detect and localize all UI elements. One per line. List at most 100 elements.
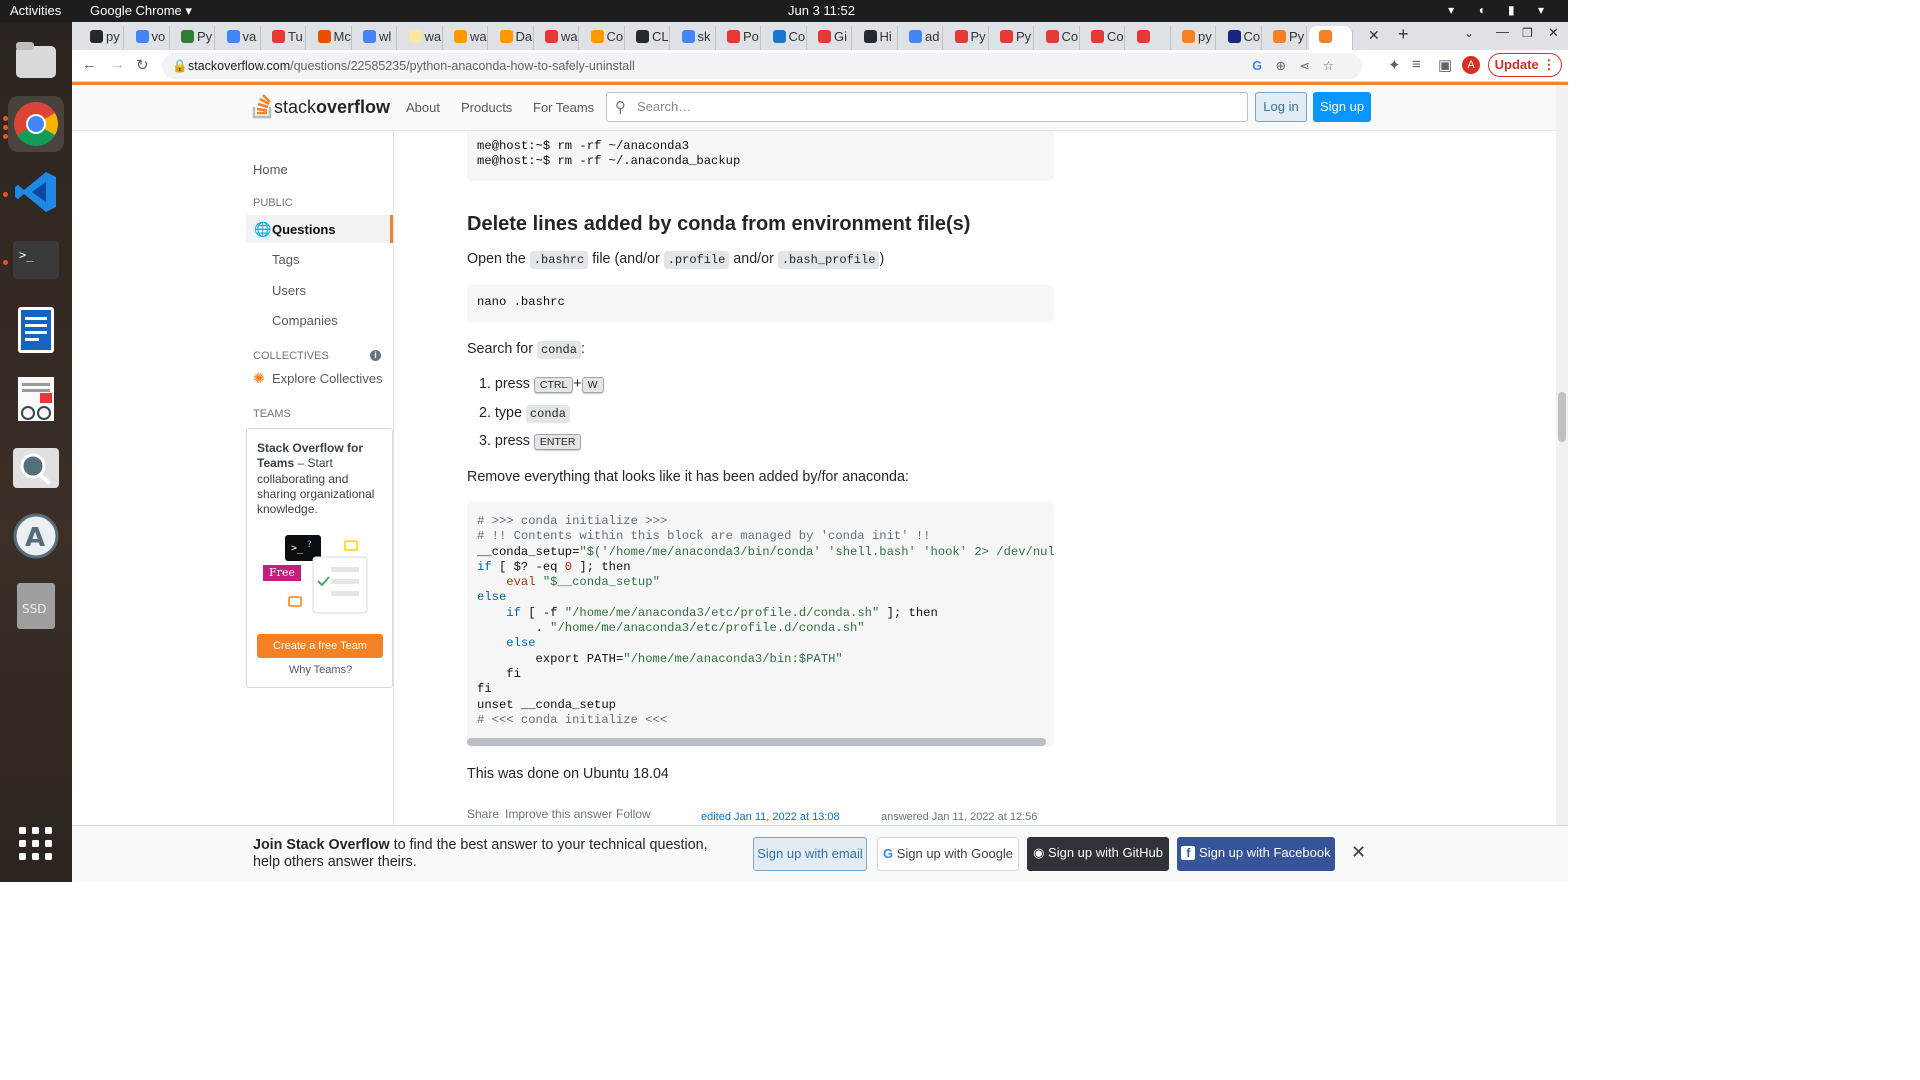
- page-scrollbar-thumb[interactable]: [1558, 392, 1566, 442]
- edited-timestamp[interactable]: edited Jan 11, 2022 at 13:08: [701, 811, 840, 823]
- document-viewer-icon[interactable]: [8, 372, 64, 428]
- share-icon[interactable]: ⋖: [1300, 53, 1310, 79]
- browser-tab[interactable]: Co: [763, 26, 807, 50]
- media-icon[interactable]: ≡: [1412, 56, 1421, 73]
- login-button[interactable]: Log in: [1255, 92, 1307, 122]
- nav-companies[interactable]: Companies: [272, 313, 338, 328]
- signup-google-button[interactable]: G Sign up with Google: [877, 837, 1019, 871]
- browser-tab[interactable]: ad: [899, 26, 943, 50]
- browser-tab[interactable]: py: [80, 26, 124, 50]
- browser-tab[interactable]: wa: [444, 26, 488, 50]
- nav-users[interactable]: Users: [272, 283, 306, 298]
- improve-answer-link[interactable]: Improve this answer: [505, 807, 612, 821]
- browser-tab[interactable]: Py: [171, 26, 215, 50]
- code-horizontal-scrollbar[interactable]: [467, 738, 1046, 746]
- browser-tab[interactable]: Py: [990, 26, 1034, 50]
- app-menu[interactable]: Google Chrome ▾: [90, 3, 192, 19]
- browser-tab[interactable]: Da: [490, 26, 534, 50]
- browser-tab[interactable]: [1308, 26, 1353, 50]
- browser-tab[interactable]: Gi: [808, 26, 852, 50]
- activities-button[interactable]: Activities: [10, 3, 61, 18]
- why-teams-link[interactable]: Why Teams?: [247, 664, 394, 676]
- browser-tab[interactable]: Co: [1036, 26, 1080, 50]
- reload-icon[interactable]: ↻: [136, 56, 149, 74]
- signup-email-button[interactable]: Sign up with email: [753, 837, 867, 871]
- browser-tab[interactable]: Py: [945, 26, 989, 50]
- back-icon[interactable]: ←: [82, 56, 97, 73]
- browser-tab[interactable]: [1127, 26, 1171, 50]
- signup-github-button[interactable]: ◉ Sign up with GitHub: [1027, 837, 1169, 871]
- bookmark-star-icon[interactable]: ☆: [1323, 53, 1334, 79]
- vscode-icon[interactable]: [8, 164, 64, 220]
- tab-label: sk: [697, 29, 711, 44]
- nav-home[interactable]: Home: [253, 162, 288, 177]
- nav-for-teams[interactable]: For Teams: [533, 100, 594, 115]
- os-top-bar: Activities Google Chrome ▾ Jun 3 11:52 ▾…: [0, 0, 1568, 22]
- info-icon[interactable]: i: [370, 350, 381, 361]
- nav-about[interactable]: About: [406, 100, 440, 115]
- new-tab-button[interactable]: +: [1398, 24, 1409, 45]
- nav-explore-collectives[interactable]: Explore Collectives: [272, 371, 383, 386]
- url-field[interactable]: 🔒 stackoverflow.com/questions/22585235/p…: [162, 53, 1362, 79]
- answer-content: me@host:~$ rm -rf ~/anaconda3 me@host:~$…: [394, 131, 1556, 825]
- browser-tab[interactable]: Co: [581, 26, 625, 50]
- browser-tab[interactable]: Hi: [854, 26, 898, 50]
- software-center-icon[interactable]: A: [8, 508, 64, 564]
- text: :: [580, 341, 585, 357]
- svg-text:>_: >_: [19, 248, 34, 262]
- clock[interactable]: Jun 3 11:52: [788, 3, 855, 18]
- nav-tags[interactable]: Tags: [272, 252, 299, 267]
- so-logo[interactable]: stackoverflow: [252, 93, 390, 119]
- files-icon[interactable]: [8, 32, 64, 88]
- url-domain: stackoverflow.com: [188, 59, 291, 73]
- page-scrollbar[interactable]: [1556, 85, 1568, 825]
- signup-facebook-button[interactable]: f Sign up with Facebook: [1177, 837, 1335, 871]
- create-team-button[interactable]: Create a free Team: [257, 634, 383, 658]
- browser-tab[interactable]: CL: [626, 26, 670, 50]
- side-panel-icon[interactable]: ▣: [1438, 56, 1452, 74]
- close-banner-icon[interactable]: ✕: [1351, 842, 1366, 863]
- show-apps-icon[interactable]: [8, 816, 64, 872]
- image-viewer-icon[interactable]: [8, 440, 64, 496]
- minimize-icon[interactable]: —: [1496, 24, 1509, 39]
- tab-favicon-icon: [954, 30, 968, 43]
- browser-tab[interactable]: Mc: [308, 26, 352, 50]
- signup-button[interactable]: Sign up: [1313, 92, 1371, 122]
- chrome-icon[interactable]: [8, 96, 64, 152]
- tab-label: py: [106, 29, 120, 44]
- browser-tab[interactable]: va: [217, 26, 261, 50]
- follow-link[interactable]: Follow: [616, 807, 651, 821]
- share-link[interactable]: Share: [467, 807, 499, 821]
- browser-tab[interactable]: sk: [672, 26, 716, 50]
- profile-avatar[interactable]: A: [1462, 56, 1480, 74]
- browser-tab[interactable]: vo: [126, 26, 170, 50]
- update-button[interactable]: Update ⋮: [1488, 53, 1562, 77]
- nav-products[interactable]: Products: [461, 100, 512, 115]
- browser-tab[interactable]: Co: [1218, 26, 1262, 50]
- ssd-drive-icon[interactable]: SSD: [8, 578, 64, 634]
- forward-icon[interactable]: →: [110, 56, 125, 73]
- browser-tab[interactable]: Po: [717, 26, 761, 50]
- browser-tab[interactable]: Py: [1263, 26, 1307, 50]
- browser-tab[interactable]: wa: [535, 26, 579, 50]
- tab-favicon-icon: [363, 30, 376, 43]
- step-3: 3. press ENTER: [479, 433, 582, 450]
- google-lens-icon[interactable]: G: [1252, 53, 1262, 79]
- browser-tab[interactable]: Co: [1081, 26, 1125, 50]
- lock-icon[interactable]: 🔒: [172, 53, 188, 79]
- browser-tab[interactable]: Tu: [262, 26, 306, 50]
- browser-tab[interactable]: wa: [399, 26, 443, 50]
- nav-questions[interactable]: 🌐 Questions: [246, 215, 393, 243]
- terminal-icon[interactable]: >_: [8, 232, 64, 288]
- writer-icon[interactable]: [8, 302, 64, 358]
- zoom-icon[interactable]: ⊕: [1276, 53, 1286, 79]
- extensions-icon[interactable]: ✦: [1388, 56, 1401, 74]
- close-window-icon[interactable]: ✕: [1548, 25, 1559, 41]
- browser-tab[interactable]: py: [1172, 26, 1216, 50]
- maximize-icon[interactable]: ❐: [1522, 26, 1533, 40]
- system-tray-icons[interactable]: ▾ ◖ ▮ ▾: [1448, 3, 1554, 17]
- browser-tab[interactable]: wl: [353, 26, 397, 50]
- tab-search-icon[interactable]: ⌄: [1464, 26, 1474, 40]
- site-search-input[interactable]: ⚲ Search…: [606, 92, 1248, 122]
- close-tab-icon[interactable]: ✕: [1368, 27, 1380, 44]
